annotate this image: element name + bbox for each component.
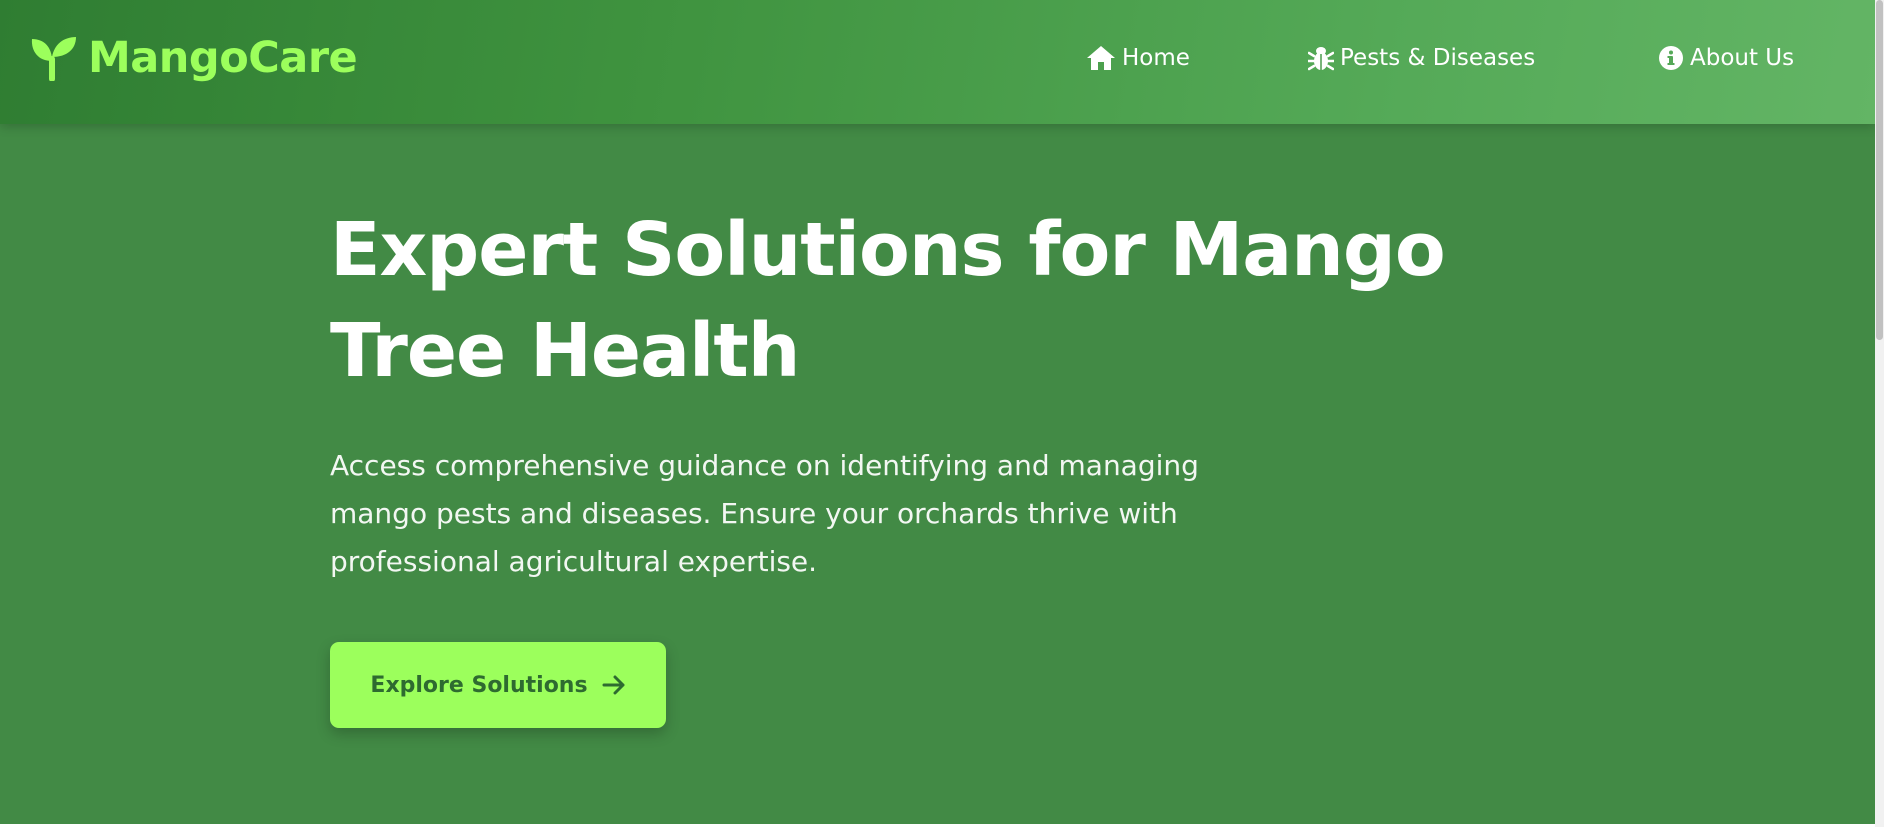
nav-home-label: Home bbox=[1122, 45, 1190, 71]
navbar: MangoCare Home Pests & Diseases About Us bbox=[0, 0, 1875, 124]
hero-title: Expert Solutions for Mango Tree Health bbox=[330, 207, 1446, 394]
arrow-right-icon bbox=[602, 675, 626, 695]
home-icon bbox=[1086, 45, 1116, 71]
main-nav: Home Pests & Diseases About Us bbox=[0, 38, 1875, 78]
page: MangoCare Home Pests & Diseases About Us… bbox=[0, 0, 1875, 824]
info-circle-icon bbox=[1658, 45, 1684, 71]
nav-about-us-label: About Us bbox=[1690, 45, 1795, 71]
explore-solutions-label: Explore Solutions bbox=[370, 672, 588, 698]
hero-description: Access comprehensive guidance on identif… bbox=[330, 449, 1199, 578]
hero-section: Expert Solutions for Mango Tree Health A… bbox=[330, 200, 1630, 586]
browser-viewport: MangoCare Home Pests & Diseases About Us… bbox=[0, 0, 1884, 827]
explore-solutions-button[interactable]: Explore Solutions bbox=[330, 642, 666, 728]
nav-about-us-link[interactable]: About Us bbox=[1658, 38, 1794, 78]
nav-pests-diseases-link[interactable]: Pests & Diseases bbox=[1308, 38, 1535, 78]
vertical-scrollbar[interactable] bbox=[1875, 0, 1884, 827]
nav-pests-diseases-label: Pests & Diseases bbox=[1340, 45, 1536, 71]
bug-icon bbox=[1308, 45, 1334, 71]
nav-home-link[interactable]: Home bbox=[1086, 38, 1190, 78]
scrollbar-thumb[interactable] bbox=[1876, 0, 1883, 340]
